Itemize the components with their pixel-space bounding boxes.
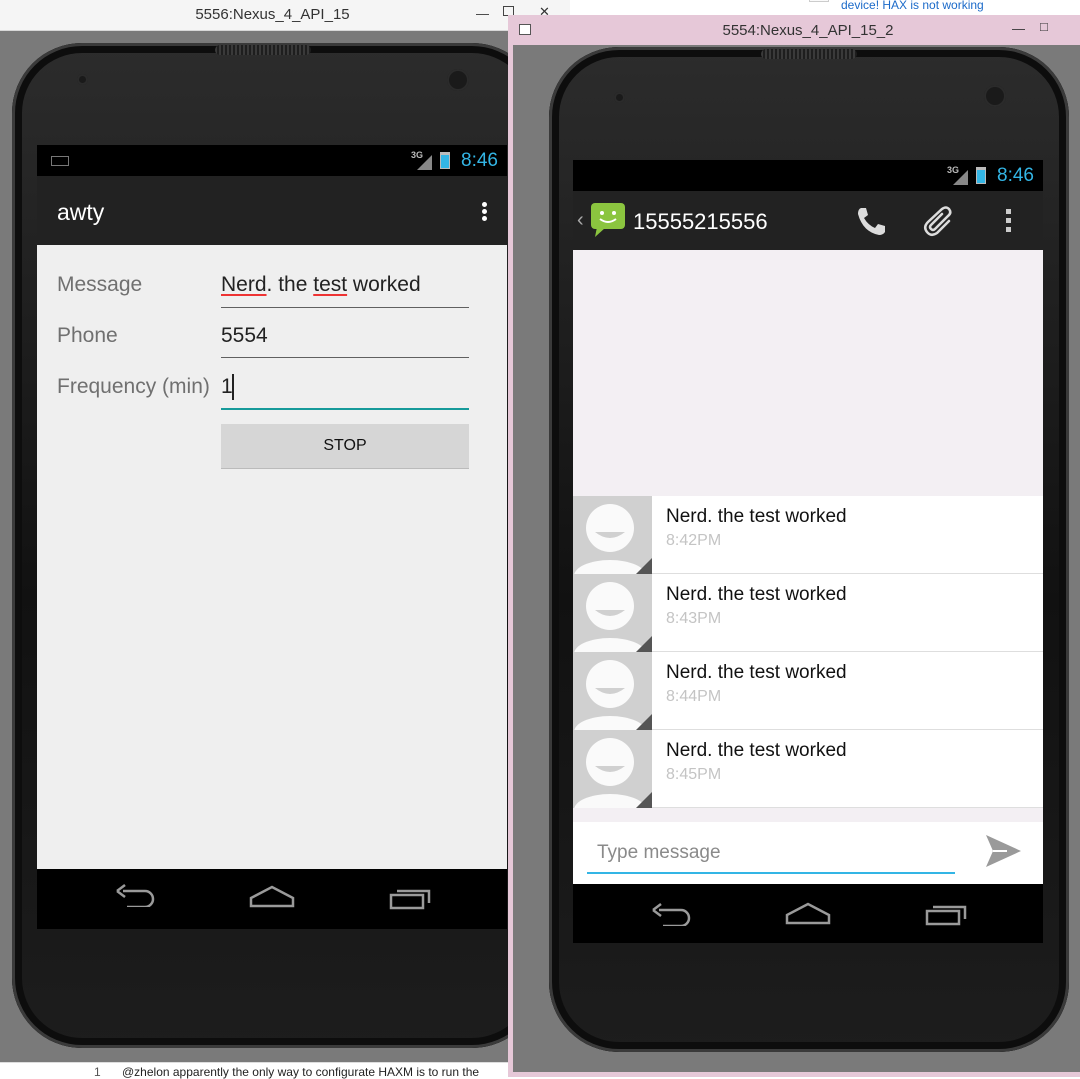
message-item[interactable]: Nerd. the test worked 8:44PM	[573, 652, 1043, 730]
home-icon[interactable]	[785, 901, 831, 932]
avatar-icon	[573, 652, 652, 730]
message-item[interactable]: Nerd. the test worked 8:42PM	[573, 496, 1043, 574]
phone-icon[interactable]	[855, 206, 887, 241]
attach-icon[interactable]	[923, 205, 957, 242]
home-icon[interactable]	[249, 884, 295, 916]
frequency-underline	[221, 408, 469, 410]
app-title: awty	[57, 199, 105, 225]
keyboard-icon	[51, 156, 69, 166]
status-bar: 3G 8:46	[573, 160, 1043, 191]
message-time: 8:45PM	[666, 766, 722, 783]
signal-icon	[953, 170, 968, 185]
send-icon[interactable]	[983, 832, 1023, 875]
clock: 8:46	[997, 165, 1034, 186]
background-page-bottom: 1 @zhelon apparently the only way to con…	[0, 1062, 512, 1079]
message-underline	[221, 307, 469, 308]
sensor	[77, 74, 88, 85]
message-time: 8:42PM	[666, 532, 722, 549]
status-bar: 3G 8:46	[37, 145, 507, 176]
message-item[interactable]: Nerd. the test worked 8:43PM	[573, 574, 1043, 652]
back-icon[interactable]	[115, 883, 157, 913]
sensor	[614, 92, 625, 103]
frequency-field[interactable]: 1	[221, 375, 233, 399]
message-time: 8:44PM	[666, 688, 722, 705]
compose-input[interactable]	[587, 834, 955, 874]
recent-apps-icon[interactable]	[925, 901, 969, 932]
background-page-box	[809, 0, 829, 2]
compose-bar	[573, 822, 1043, 884]
message-text: Nerd. the test worked	[666, 584, 847, 605]
phone-field[interactable]: 5554	[221, 324, 268, 348]
message-word-3: test	[313, 273, 348, 296]
window-title: 5556:Nexus_4_API_15	[195, 6, 350, 23]
speaker-grille	[215, 45, 311, 55]
overflow-menu-icon[interactable]	[999, 207, 1019, 235]
navigation-bar	[573, 884, 1043, 943]
battery-icon	[976, 167, 986, 184]
action-bar	[37, 176, 507, 245]
message-word-2: . the	[266, 273, 314, 296]
avatar-icon	[573, 496, 652, 574]
window-titlebar[interactable]: 5554:Nexus_4_API_15_2 — □	[508, 15, 1080, 45]
navigation-bar	[37, 869, 507, 929]
message-field[interactable]: Nerd. the test worked	[221, 273, 421, 297]
window-titlebar[interactable]: 5556:Nexus_4_API_15 — ✕	[0, 0, 570, 31]
front-camera	[984, 85, 1006, 107]
phone-label: Phone	[57, 324, 118, 347]
overflow-menu-icon[interactable]	[475, 200, 495, 224]
message-text: Nerd. the test worked	[666, 740, 847, 761]
message-text: Nerd. the test worked	[666, 506, 847, 527]
signal-icon	[417, 155, 432, 170]
phone-screen: 3G 8:46 awty Message Nerd. the test work…	[37, 145, 507, 929]
speaker-grille	[761, 49, 857, 59]
text-cursor	[232, 374, 234, 400]
emulator-window-5556: 5556:Nexus_4_API_15 — ✕ 3G 8:46 awty Mes…	[0, 0, 570, 1062]
minimize-button[interactable]: —	[1012, 21, 1025, 36]
stop-button[interactable]: STOP	[221, 424, 469, 468]
message-label: Message	[57, 273, 143, 296]
maximize-button[interactable]: □	[1040, 19, 1048, 34]
messaging-app-icon[interactable]	[589, 201, 627, 244]
up-caret-icon[interactable]: ‹	[577, 209, 584, 232]
avatar-icon	[573, 730, 652, 808]
message-time: 8:43PM	[666, 610, 722, 627]
back-icon[interactable]	[651, 902, 693, 931]
contact-number: 15555215556	[633, 209, 768, 234]
background-page-link[interactable]: device! HAX is not working	[841, 0, 984, 12]
phone-screen: 3G 8:46 ‹ 15555215556 Nerd. the test wor…	[573, 160, 1043, 943]
phone-underline	[221, 357, 469, 358]
action-bar: ‹ 15555215556	[573, 191, 1043, 250]
recent-apps-icon[interactable]	[389, 885, 433, 917]
avatar-icon	[573, 574, 652, 652]
battery-icon	[440, 152, 450, 169]
window-title: 5554:Nexus_4_API_15_2	[722, 22, 894, 39]
message-item[interactable]: Nerd. the test worked 8:45PM	[573, 730, 1043, 808]
background-page-top: device! HAX is not working	[573, 0, 1080, 16]
clock: 8:46	[461, 150, 498, 171]
message-text: Nerd. the test worked	[666, 662, 847, 683]
message-word-4: worked	[347, 273, 421, 296]
frequency-label: Frequency (min)	[57, 375, 210, 398]
minimize-button[interactable]: —	[476, 6, 489, 21]
message-word-1: Nerd	[221, 273, 267, 296]
front-camera	[447, 69, 469, 91]
